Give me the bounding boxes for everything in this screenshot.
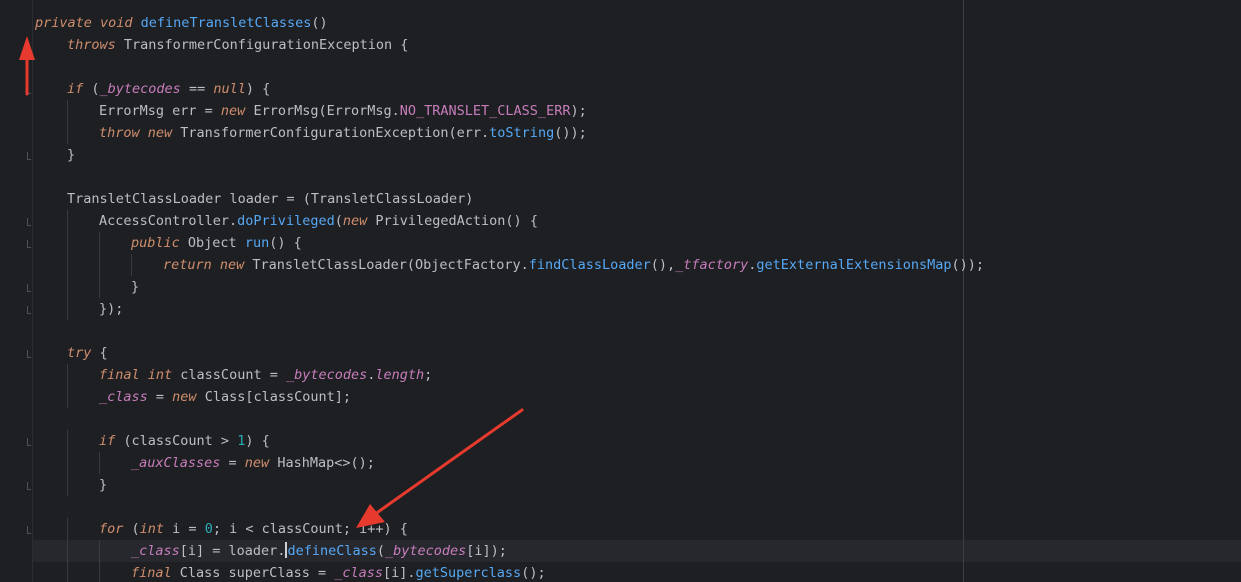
up-arrow-annotation [19,36,35,96]
diagonal-arrow-annotation [356,408,524,528]
annotation-overlay [19,36,524,528]
code-editor[interactable]: private void defineTransletClasses() thro… [0,0,1241,582]
